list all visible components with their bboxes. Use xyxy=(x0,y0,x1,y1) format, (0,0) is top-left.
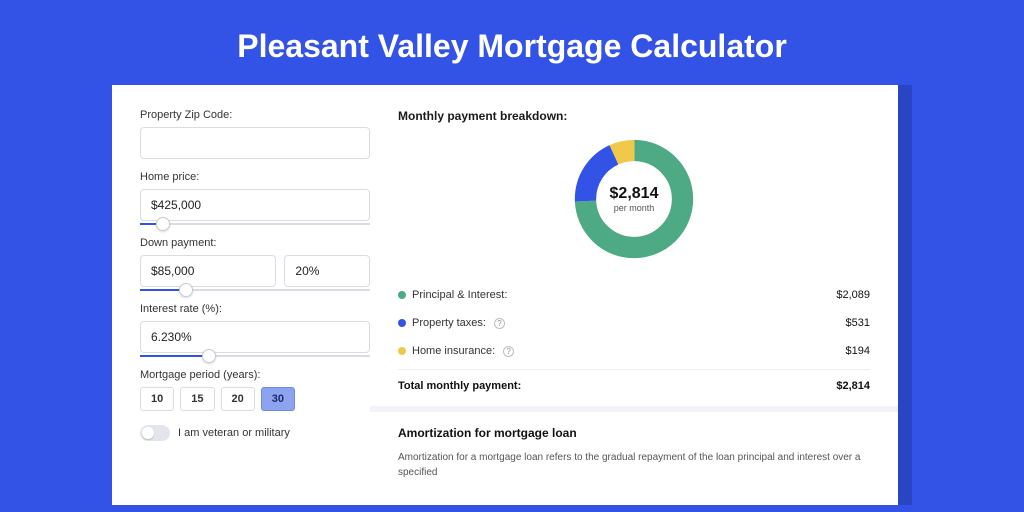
legend-left: Home insurance:? xyxy=(398,345,514,357)
legend-label: Property taxes: xyxy=(412,317,486,329)
legend-label: Principal & Interest: xyxy=(412,289,507,301)
breakdown-title: Monthly payment breakdown: xyxy=(398,109,870,123)
info-icon[interactable]: ? xyxy=(503,346,514,357)
total-value: $2,814 xyxy=(836,380,870,392)
card-shadow: Property Zip Code: Home price: Down paym… xyxy=(112,85,912,505)
slider-handle[interactable] xyxy=(202,349,216,363)
form-column: Property Zip Code: Home price: Down paym… xyxy=(140,109,370,481)
period-button-10[interactable]: 10 xyxy=(140,387,174,411)
down-payment-slider[interactable] xyxy=(140,289,370,291)
donut-chart-wrap: $2,814 per month xyxy=(398,135,870,263)
donut-center: $2,814 per month xyxy=(610,185,659,213)
legend-left: Principal & Interest: xyxy=(398,289,507,301)
down-payment-input[interactable] xyxy=(140,255,276,287)
veteran-label: I am veteran or military xyxy=(178,427,290,439)
info-icon[interactable]: ? xyxy=(494,318,505,329)
breakdown-column: Monthly payment breakdown: $2,814 per mo… xyxy=(398,109,870,481)
legend-list: Principal & Interest: $2,089 Property taxe… xyxy=(398,281,870,365)
legend-dot xyxy=(398,291,406,299)
legend-dot xyxy=(398,319,406,327)
home-price-input[interactable] xyxy=(140,189,370,221)
slider-fill xyxy=(140,355,209,357)
donut-amount: $2,814 xyxy=(610,185,659,203)
donut-sub: per month xyxy=(610,203,659,213)
down-payment-label: Down payment: xyxy=(140,237,370,249)
page-title: Pleasant Valley Mortgage Calculator xyxy=(0,0,1024,85)
field-zip: Property Zip Code: xyxy=(140,109,370,159)
legend-row: Home insurance:? $194 xyxy=(398,337,870,365)
slider-handle[interactable] xyxy=(179,283,193,297)
mortgage-period-label: Mortgage period (years): xyxy=(140,369,370,381)
legend-row: Property taxes:? $531 xyxy=(398,309,870,337)
veteran-toggle-row: I am veteran or military xyxy=(140,425,370,441)
field-mortgage-period: Mortgage period (years): 1015 2030 xyxy=(140,369,370,411)
total-row: Total monthly payment: $2,814 xyxy=(398,369,870,406)
amortization-body: Amortization for a mortgage loan refers … xyxy=(398,450,870,480)
interest-rate-slider[interactable] xyxy=(140,355,370,357)
amortization-section: Amortization for mortgage loan Amortizat… xyxy=(370,406,898,480)
legend-value: $2,089 xyxy=(836,289,870,301)
zip-input[interactable] xyxy=(140,127,370,159)
legend-label: Home insurance: xyxy=(412,345,495,357)
home-price-slider[interactable] xyxy=(140,223,370,225)
total-label: Total monthly payment: xyxy=(398,380,521,392)
field-interest-rate: Interest rate (%): xyxy=(140,303,370,357)
home-price-label: Home price: xyxy=(140,171,370,183)
calculator-card: Property Zip Code: Home price: Down paym… xyxy=(112,85,898,505)
legend-dot xyxy=(398,347,406,355)
zip-label: Property Zip Code: xyxy=(140,109,370,121)
field-home-price: Home price: xyxy=(140,171,370,225)
legend-value: $531 xyxy=(846,317,870,329)
slider-handle[interactable] xyxy=(156,217,170,231)
interest-rate-label: Interest rate (%): xyxy=(140,303,370,315)
legend-row: Principal & Interest: $2,089 xyxy=(398,281,870,309)
period-button-20[interactable]: 20 xyxy=(221,387,255,411)
veteran-toggle[interactable] xyxy=(140,425,170,441)
interest-rate-input[interactable] xyxy=(140,321,370,353)
toggle-knob xyxy=(142,427,154,439)
down-payment-pct-input[interactable] xyxy=(284,255,370,287)
period-button-row: 1015 2030 xyxy=(140,387,370,411)
field-down-payment: Down payment: xyxy=(140,237,370,291)
donut-chart: $2,814 per month xyxy=(570,135,698,263)
period-button-15[interactable]: 15 xyxy=(180,387,214,411)
legend-left: Property taxes:? xyxy=(398,317,505,329)
legend-value: $194 xyxy=(846,345,870,357)
amortization-title: Amortization for mortgage loan xyxy=(398,426,870,440)
period-button-30[interactable]: 30 xyxy=(261,387,295,411)
